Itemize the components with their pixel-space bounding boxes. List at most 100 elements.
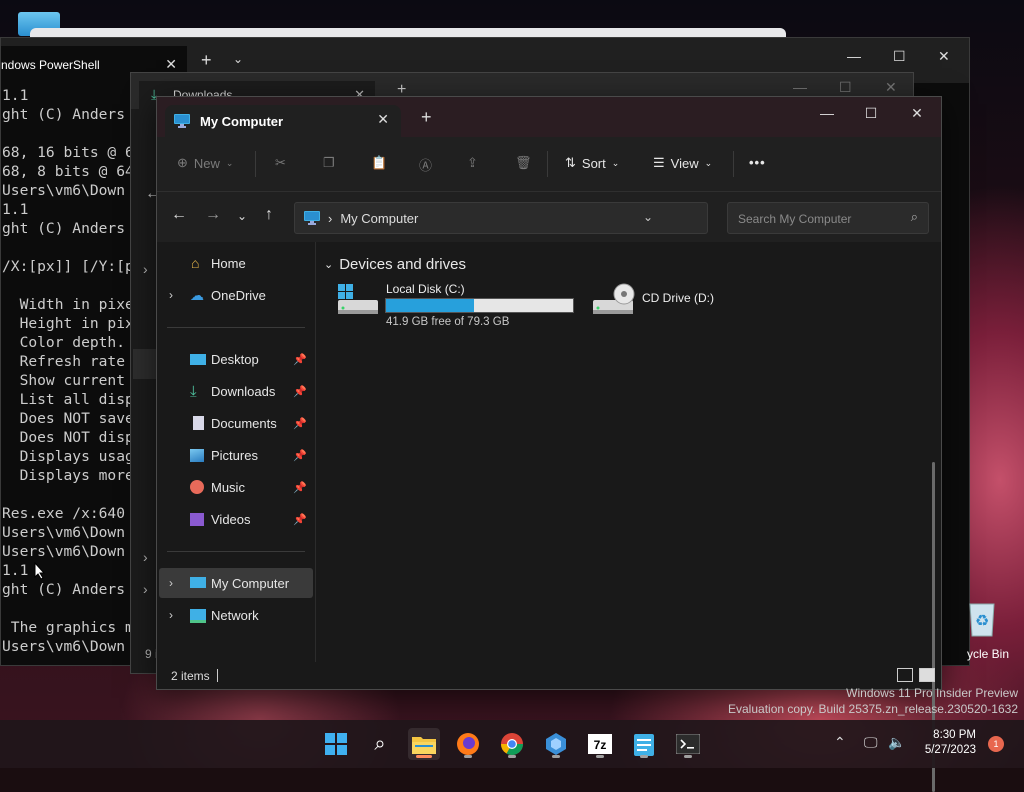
minimize-icon[interactable]: —	[847, 48, 861, 64]
rename-button[interactable]: Ⓐ	[419, 155, 432, 174]
taskbar-7zip[interactable]: 7z	[584, 728, 616, 760]
forward-arrow-icon[interactable]: →	[205, 206, 221, 224]
pin-icon[interactable]: 📌	[293, 353, 307, 366]
volume-icon[interactable]: 🔈	[888, 734, 905, 751]
pin-icon[interactable]: 📌	[293, 449, 307, 462]
network-status-icon[interactable]: 🖵	[864, 734, 878, 751]
taskbar-notepad[interactable]	[628, 728, 660, 760]
items-view[interactable]: ⌄ Devices and drives Local Disk (C:) 41.…	[316, 242, 941, 792]
chevron-right-icon[interactable]: ›	[143, 261, 148, 277]
start-button[interactable]	[320, 728, 352, 760]
recycle-bin-label[interactable]: ycle Bin	[967, 647, 1009, 661]
chevron-right-icon[interactable]: ›	[169, 288, 173, 302]
search-box[interactable]: ⌕	[727, 202, 929, 235]
address-bar[interactable]: › My Computer ⌄ ↻	[294, 202, 739, 234]
system-clock[interactable]: 8:30 PM 5/27/2023	[918, 728, 976, 758]
minimize-icon[interactable]: —	[793, 79, 807, 95]
close-icon[interactable]: ✕	[377, 111, 389, 128]
chevron-down-icon[interactable]: ⌄	[643, 210, 653, 224]
sort-icon: ⇅	[565, 155, 576, 170]
close-window-icon[interactable]: ✕	[885, 79, 897, 96]
chevron-up-icon[interactable]: ⌃	[834, 734, 846, 751]
pin-icon[interactable]: 📌	[293, 481, 307, 494]
chevron-down-icon: ⌄	[225, 157, 234, 168]
chevron-right-icon[interactable]: ›	[169, 608, 173, 622]
explorer-tab[interactable]: My Computer ✕	[165, 105, 401, 137]
pin-icon[interactable]: 📌	[293, 385, 307, 398]
drive-cd-d[interactable]: CD Drive (D:)	[591, 282, 741, 322]
search-button[interactable]: ⌕	[364, 728, 396, 760]
up-arrow-icon[interactable]: ↑	[265, 206, 273, 224]
maximize-icon[interactable]: ☐	[893, 48, 906, 65]
drive-local-disk-c[interactable]: Local Disk (C:) 41.9 GB free of 79.3 GB	[336, 282, 586, 332]
share-button[interactable]: ⇪	[467, 155, 478, 171]
maximize-icon[interactable]: ☐	[839, 79, 852, 96]
sidebar-item-pictures[interactable]: Pictures 📌	[159, 440, 313, 470]
sidebar-item-label: Music	[211, 479, 245, 495]
tiles-view-icon[interactable]	[919, 668, 935, 682]
notification-badge[interactable]: 1	[988, 736, 1004, 752]
sidebar-divider	[167, 327, 305, 328]
sidebar-item-videos[interactable]: Videos 📌	[159, 504, 313, 534]
sidebar-item-label: Desktop	[211, 351, 259, 367]
pin-icon[interactable]: 📌	[293, 513, 307, 526]
close-window-icon[interactable]: ✕	[938, 48, 950, 65]
maximize-icon[interactable]: ☐	[859, 105, 883, 122]
terminal-line: Users\vm6\Down	[2, 543, 126, 560]
sidebar-item-onedrive[interactable]: › ☁ OneDrive	[159, 280, 313, 310]
chevron-down-icon[interactable]: ⌄	[233, 52, 243, 66]
back-arrow-icon[interactable]: ←	[171, 206, 187, 224]
sidebar-item-home[interactable]: ⌂ Home	[159, 248, 313, 278]
search-input[interactable]	[736, 203, 900, 235]
sort-button[interactable]: ⇅ Sort ⌄	[565, 155, 619, 171]
sidebar-item-downloads[interactable]: ⤓ Downloads 📌	[159, 376, 313, 406]
terminal-line: List all disp	[2, 391, 132, 408]
chevron-right-icon[interactable]: ›	[169, 576, 173, 590]
section-header-devices[interactable]: ⌄ Devices and drives	[324, 256, 466, 273]
chevron-down-icon: ⌄	[611, 157, 620, 168]
taskbar-chrome[interactable]	[496, 728, 528, 760]
sidebar-item-desktop[interactable]: Desktop 📌	[159, 344, 313, 374]
recycle-bin-icon[interactable]: ♻	[962, 598, 1002, 638]
terminal-line: Displays more	[2, 467, 132, 484]
file-explorer-window[interactable]: My Computer ✕ + — ☐ ✕ ⊕ New ⌄ ✂ ❐ 📋 Ⓐ ⇪ …	[156, 96, 942, 792]
chevron-right-icon[interactable]: ›	[143, 549, 148, 565]
new-tab-icon[interactable]: +	[201, 50, 212, 71]
drive-free-space: 41.9 GB free of 79.3 GB	[386, 316, 510, 328]
sidebar-item-music[interactable]: Music 📌	[159, 472, 313, 502]
navigation-pane[interactable]: ⌂ Home › ☁ OneDrive Desktop 📌 ⤓ Download…	[157, 242, 316, 662]
taskbar-firefox[interactable]	[452, 728, 484, 760]
paste-button[interactable]: 📋	[371, 155, 387, 171]
more-options-button[interactable]: •••	[749, 155, 766, 170]
close-icon[interactable]: ✕	[165, 56, 177, 73]
sidebar-item-documents[interactable]: Documents 📌	[159, 408, 313, 438]
sidebar-item-network[interactable]: › Network	[159, 600, 313, 630]
close-window-icon[interactable]: ✕	[905, 105, 929, 122]
new-tab-icon[interactable]: +	[421, 107, 432, 128]
new-button[interactable]: ⊕ New ⌄	[177, 155, 233, 171]
copy-button[interactable]: ❐	[323, 155, 335, 171]
delete-button[interactable]: 🗑	[515, 155, 532, 171]
details-view-icon[interactable]	[897, 668, 913, 682]
explorer-content: ⌂ Home › ☁ OneDrive Desktop 📌 ⤓ Download…	[157, 242, 941, 792]
recent-locations-icon[interactable]: ⌄	[237, 209, 247, 223]
7zip-icon: 7z	[588, 734, 612, 754]
terminal-output[interactable]: 1.1 ght (C) Anders 68, 16 bits @ 6 68, 8 b…	[1, 86, 132, 666]
terminal-line: Width in pixe	[2, 296, 132, 313]
chevron-right-icon[interactable]: ›	[143, 581, 148, 597]
taskbar-app[interactable]	[540, 728, 572, 760]
taskbar-terminal[interactable]	[672, 728, 704, 760]
svg-text:7z: 7z	[594, 738, 607, 752]
view-button[interactable]: ☰ View ⌄	[653, 155, 712, 171]
minimize-icon[interactable]: —	[815, 105, 839, 121]
sidebar-item-my-computer[interactable]: › My Computer	[159, 568, 313, 598]
file-explorer-icon	[412, 737, 436, 754]
cut-button[interactable]: ✂	[275, 155, 286, 171]
drive-name: Local Disk (C:)	[386, 282, 465, 296]
taskbar-file-explorer[interactable]	[408, 728, 440, 760]
address-location[interactable]: My Computer	[340, 211, 418, 226]
home-icon: ⌂	[191, 255, 200, 271]
pin-icon[interactable]: 📌	[293, 417, 307, 430]
